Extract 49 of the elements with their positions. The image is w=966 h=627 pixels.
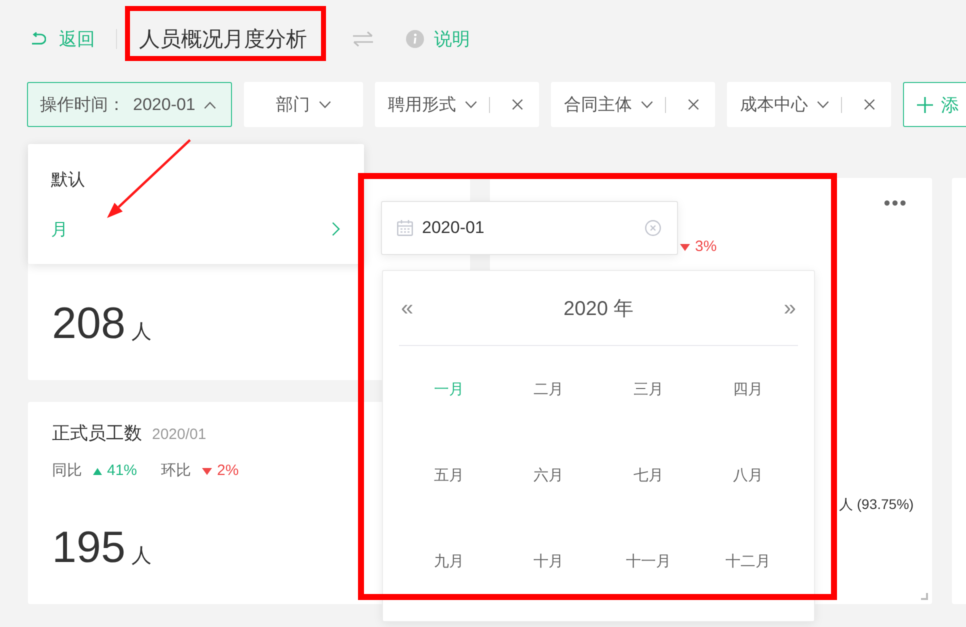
- metric-value: 208: [52, 299, 126, 349]
- calendar-icon: [397, 220, 413, 236]
- caret-icon: [817, 100, 829, 108]
- close-icon[interactable]: [864, 99, 875, 110]
- metric-unit: 人: [131, 320, 152, 345]
- close-icon[interactable]: [688, 99, 699, 110]
- menu-item[interactable]: 默认: [51, 166, 85, 192]
- month-option[interactable]: 九月: [428, 548, 470, 574]
- filter-dropdown[interactable]: 聘用形式: [375, 82, 539, 127]
- undo-icon: [30, 32, 46, 46]
- filter-dropdown[interactable]: 合同主体: [551, 82, 715, 127]
- more-icon[interactable]: [884, 200, 906, 206]
- next-year-button[interactable]: »: [782, 296, 798, 320]
- comparison-label: 环比: [161, 461, 192, 481]
- month-option[interactable]: 三月: [627, 376, 670, 402]
- comparison-label: 同比: [52, 461, 82, 481]
- chevron-right-icon[interactable]: [332, 222, 340, 236]
- previous-year-button[interactable]: «: [399, 296, 416, 320]
- info-icon: [406, 30, 424, 48]
- filter-dropdown[interactable]: 成本中心: [727, 82, 891, 127]
- date-field[interactable]: 2020-01: [381, 201, 678, 255]
- comparison-value: 2%: [217, 461, 239, 481]
- month-option[interactable]: 七月: [627, 462, 670, 488]
- filter-dropdown[interactable]: 部门: [244, 82, 363, 127]
- close-icon[interactable]: [512, 99, 523, 110]
- month-option[interactable]: 十月: [528, 548, 570, 574]
- year-label: 2020 年: [562, 296, 635, 322]
- metric-value: 195: [52, 523, 126, 573]
- change-value: 3%: [695, 238, 717, 256]
- month-option[interactable]: 八月: [727, 462, 770, 488]
- month-option[interactable]: 二月: [528, 376, 570, 402]
- filter-dropdown[interactable]: 操作时间： 2020-01: [27, 82, 232, 127]
- month-option[interactable]: 十二月: [720, 548, 777, 574]
- plus-icon: [917, 96, 933, 112]
- card-date: 2020/01: [152, 426, 206, 443]
- card-title: 正式员工数: [52, 422, 142, 445]
- month-option[interactable]: 五月: [428, 462, 470, 488]
- caret-icon: [465, 100, 477, 108]
- resize-handle-icon[interactable]: [921, 593, 928, 600]
- caret-icon: [319, 100, 331, 108]
- page-title: 人员概况月度分析: [139, 27, 307, 53]
- caret-icon: [641, 100, 653, 108]
- month-option[interactable]: 六月: [528, 462, 570, 488]
- caret-icon: [204, 100, 216, 108]
- month-option[interactable]: 十一月: [620, 548, 677, 574]
- month-option[interactable]: 四月: [727, 376, 770, 402]
- metric-unit: 人: [131, 544, 152, 569]
- comparison-value: 41%: [107, 461, 138, 481]
- legend-label: 人 (93.75%): [839, 496, 914, 512]
